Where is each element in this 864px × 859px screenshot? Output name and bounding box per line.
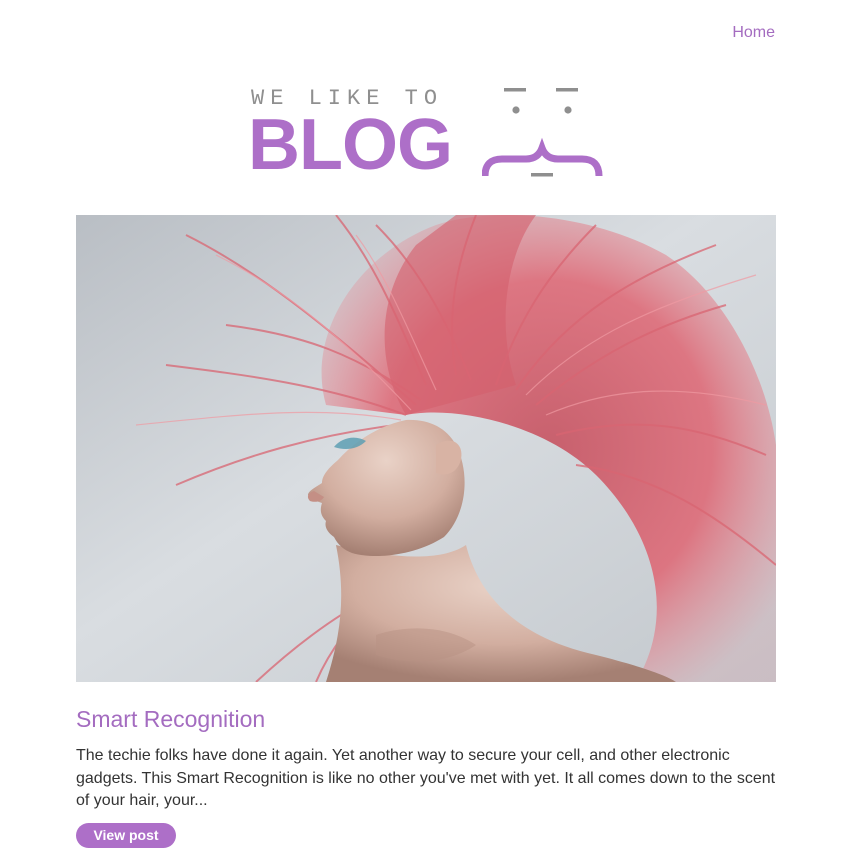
top-nav: Home: [732, 24, 775, 42]
nav-home-link[interactable]: Home: [732, 24, 775, 41]
post-hero-image[interactable]: [76, 215, 776, 682]
hero-photo: [76, 215, 776, 682]
emoticon-face-icon: [482, 88, 603, 177]
post-title[interactable]: Smart Recognition: [76, 706, 265, 733]
post-excerpt: The techie folks have done it again. Yet…: [76, 747, 776, 809]
logo-word: BLOG: [248, 105, 453, 185]
site-logo[interactable]: WE LIKE TO BLOG: [248, 82, 608, 185]
view-post-button[interactable]: View post: [76, 823, 176, 848]
page: Home WE LIKE TO BLOG Smart Recognition T…: [0, 0, 864, 859]
